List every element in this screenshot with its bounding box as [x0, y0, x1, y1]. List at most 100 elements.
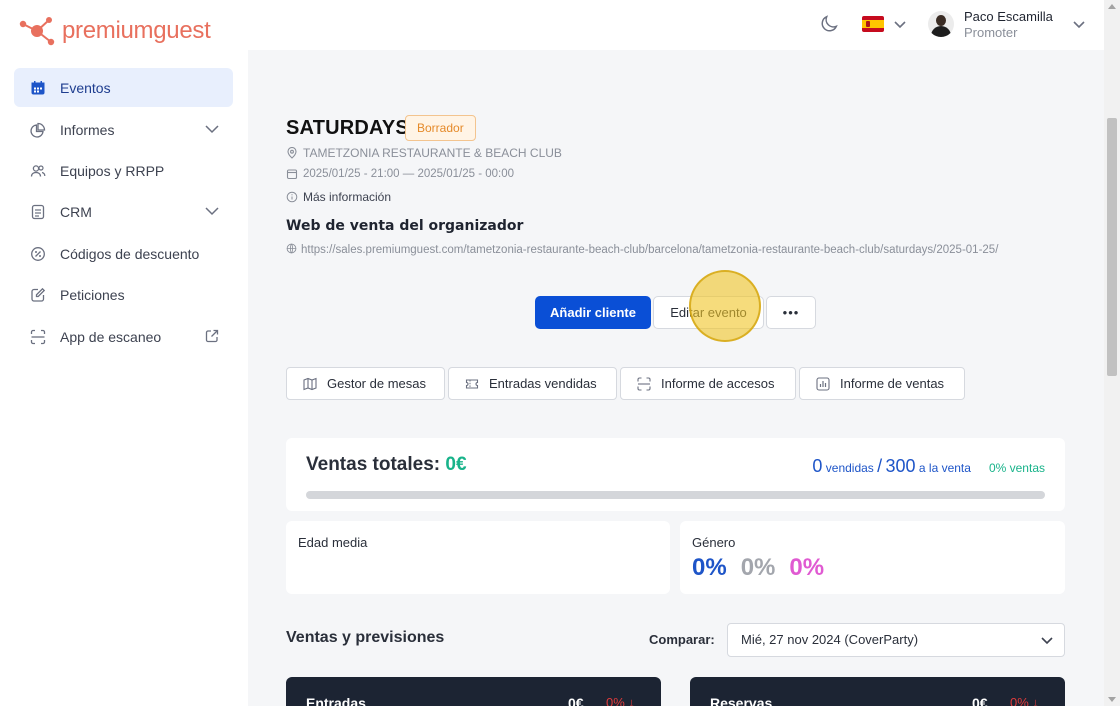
forecast-card-amount: 0€ — [972, 695, 988, 706]
sidebar-item-eventos[interactable]: Eventos — [14, 68, 233, 107]
sidebar-item-crm[interactable]: CRM — [14, 192, 233, 231]
sidebar-item-label: Códigos de descuento — [60, 245, 200, 262]
pie-chart-icon — [30, 122, 46, 138]
sidebar-item-codigos[interactable]: Códigos de descuento — [14, 234, 233, 273]
tool-label: Gestor de mesas — [327, 376, 426, 391]
page-scrollbar[interactable] — [1104, 0, 1120, 706]
access-report-button[interactable]: Informe de accesos — [620, 367, 796, 400]
sidebar-item-peticiones[interactable]: Peticiones — [14, 275, 233, 314]
discount-icon — [30, 246, 46, 262]
available-label: a la venta — [918, 461, 971, 475]
forecast-card-delta: 0% ↓ — [1010, 695, 1039, 706]
scroll-down-arrow-icon[interactable] — [1108, 697, 1116, 702]
sold-count: 0 — [812, 456, 823, 476]
forecast-card-amount: 0€ — [568, 695, 584, 706]
status-badge: Borrador — [405, 115, 476, 141]
sold-tickets-button[interactable]: Entradas vendidas — [448, 367, 617, 400]
chevron-down-icon — [205, 207, 219, 216]
chevron-down-icon — [205, 125, 219, 134]
gender-label: Género — [692, 535, 736, 550]
total-sales-title: Ventas totales: 0€ — [306, 454, 467, 476]
chevron-down-icon — [1041, 637, 1053, 645]
tickets-sold-summary: 0 vendidas / 300 a la venta 0% ventas — [812, 456, 1045, 477]
reservations-forecast-card: Reservas 0€ 0% ↓ — [690, 677, 1065, 706]
average-age-card: Edad media — [286, 521, 670, 594]
scrollbar-thumb[interactable] — [1107, 118, 1117, 376]
info-icon — [286, 191, 298, 203]
calendar-small-icon — [286, 169, 298, 180]
sidebar-item-equipos[interactable]: Equipos y RRPP — [14, 151, 233, 190]
sold-label: vendidas — [825, 461, 874, 475]
scroll-up-arrow-icon[interactable] — [1108, 4, 1116, 9]
sales-report-button[interactable]: Informe de ventas — [799, 367, 965, 400]
sidebar-item-label: Equipos y RRPP — [60, 162, 165, 179]
external-link-icon — [205, 329, 219, 343]
globe-icon — [286, 243, 297, 254]
available-count: 300 — [885, 456, 916, 476]
gender-female-percent: 0% — [789, 554, 825, 581]
map-icon — [303, 377, 317, 390]
user-name: Paco Escamilla — [964, 9, 1053, 24]
users-icon — [30, 163, 46, 179]
avatar[interactable] — [928, 11, 954, 37]
more-options-button[interactable]: ••• — [766, 296, 816, 329]
ticket-icon — [465, 378, 479, 389]
compare-event-select[interactable]: Mié, 27 nov 2024 (CoverParty) — [727, 623, 1065, 657]
forecast-card-name: Entradas — [306, 695, 366, 706]
event-dates: 2025/01/25 - 21:00 — 2025/01/25 - 00:00 — [286, 168, 514, 180]
forecast-card-name: Reservas — [710, 695, 773, 706]
total-sales-card: Ventas totales: 0€ 0 vendidas / 300 a la… — [286, 438, 1065, 511]
separator: / — [877, 456, 883, 476]
logo-mark-icon — [19, 17, 55, 46]
forecast-section-title: Ventas y previsiones — [286, 629, 445, 646]
more-info-label: Más información — [303, 190, 392, 204]
sales-percent: 0% ventas — [988, 461, 1045, 475]
bar-chart-icon — [816, 376, 830, 391]
user-menu-chevron-down-icon[interactable] — [1072, 17, 1086, 31]
venue-name: TAMETZONIA RESTAURANTE & BEACH CLUB — [303, 146, 562, 160]
document-icon — [30, 204, 46, 220]
sidebar-item-label: Eventos — [60, 79, 111, 96]
top-bar: premiumguest Paco Escamilla Promoter — [0, 0, 1104, 50]
event-title: SATURDAYS — [286, 117, 409, 139]
tool-label: Entradas vendidas — [489, 376, 597, 391]
gender-unknown-percent: 0% — [740, 554, 776, 581]
sales-web-url[interactable]: https://sales.premiumguest.com/tametzoni… — [286, 239, 1072, 261]
click-indicator — [689, 270, 761, 342]
language-chevron-down-icon[interactable] — [893, 17, 907, 31]
brand-logo[interactable]: premiumguest — [18, 14, 211, 48]
sidebar-item-label: Peticiones — [60, 286, 125, 303]
gender-card: Género 0% 0% 0% — [680, 521, 1065, 594]
user-role: Promoter — [964, 25, 1018, 40]
calendar-icon — [30, 80, 46, 96]
edit-icon — [30, 287, 46, 303]
add-client-button[interactable]: Añadir cliente — [535, 296, 651, 329]
sidebar-item-label: CRM — [60, 203, 92, 220]
sales-web-title: Web de venta del organizador — [286, 218, 524, 234]
total-sales-value: 0€ — [445, 454, 467, 475]
flag-es-icon[interactable] — [862, 16, 884, 32]
forecast-card-delta: 0% ↓ — [606, 695, 635, 706]
more-info-link[interactable]: Más información — [286, 190, 391, 204]
tool-label: Informe de accesos — [661, 376, 775, 391]
sales-progress-bar — [306, 491, 1045, 499]
date-range: 2025/01/25 - 21:00 — 2025/01/25 - 00:00 — [303, 168, 514, 180]
tickets-forecast-card: Entradas 0€ 0% ↓ — [286, 677, 661, 706]
dark-mode-moon-icon[interactable] — [818, 13, 840, 35]
gender-male-percent: 0% — [692, 554, 727, 581]
total-sales-label: Ventas totales: — [306, 454, 441, 475]
main-content: SATURDAYS Borrador TAMETZONIA RESTAURANT… — [248, 50, 1104, 706]
gender-values: 0% 0% 0% — [692, 554, 824, 582]
sidebar: Eventos Informes Equipos y RRPP CRM Códi… — [0, 50, 248, 706]
scan-icon — [30, 329, 46, 345]
tables-manager-button[interactable]: Gestor de mesas — [286, 367, 445, 400]
event-venue: TAMETZONIA RESTAURANTE & BEACH CLUB — [286, 146, 562, 160]
location-pin-icon — [287, 147, 297, 159]
tool-label: Informe de ventas — [840, 376, 945, 391]
compare-label: Comparar: — [649, 632, 715, 647]
sidebar-item-informes[interactable]: Informes — [14, 110, 233, 149]
scan-icon — [637, 376, 651, 391]
compare-selected-value: Mié, 27 nov 2024 (CoverParty) — [741, 632, 919, 647]
sidebar-item-app-escaneo[interactable]: App de escaneo — [14, 317, 233, 356]
sales-web-url-text: https://sales.premiumguest.com/tametzoni… — [301, 244, 999, 256]
